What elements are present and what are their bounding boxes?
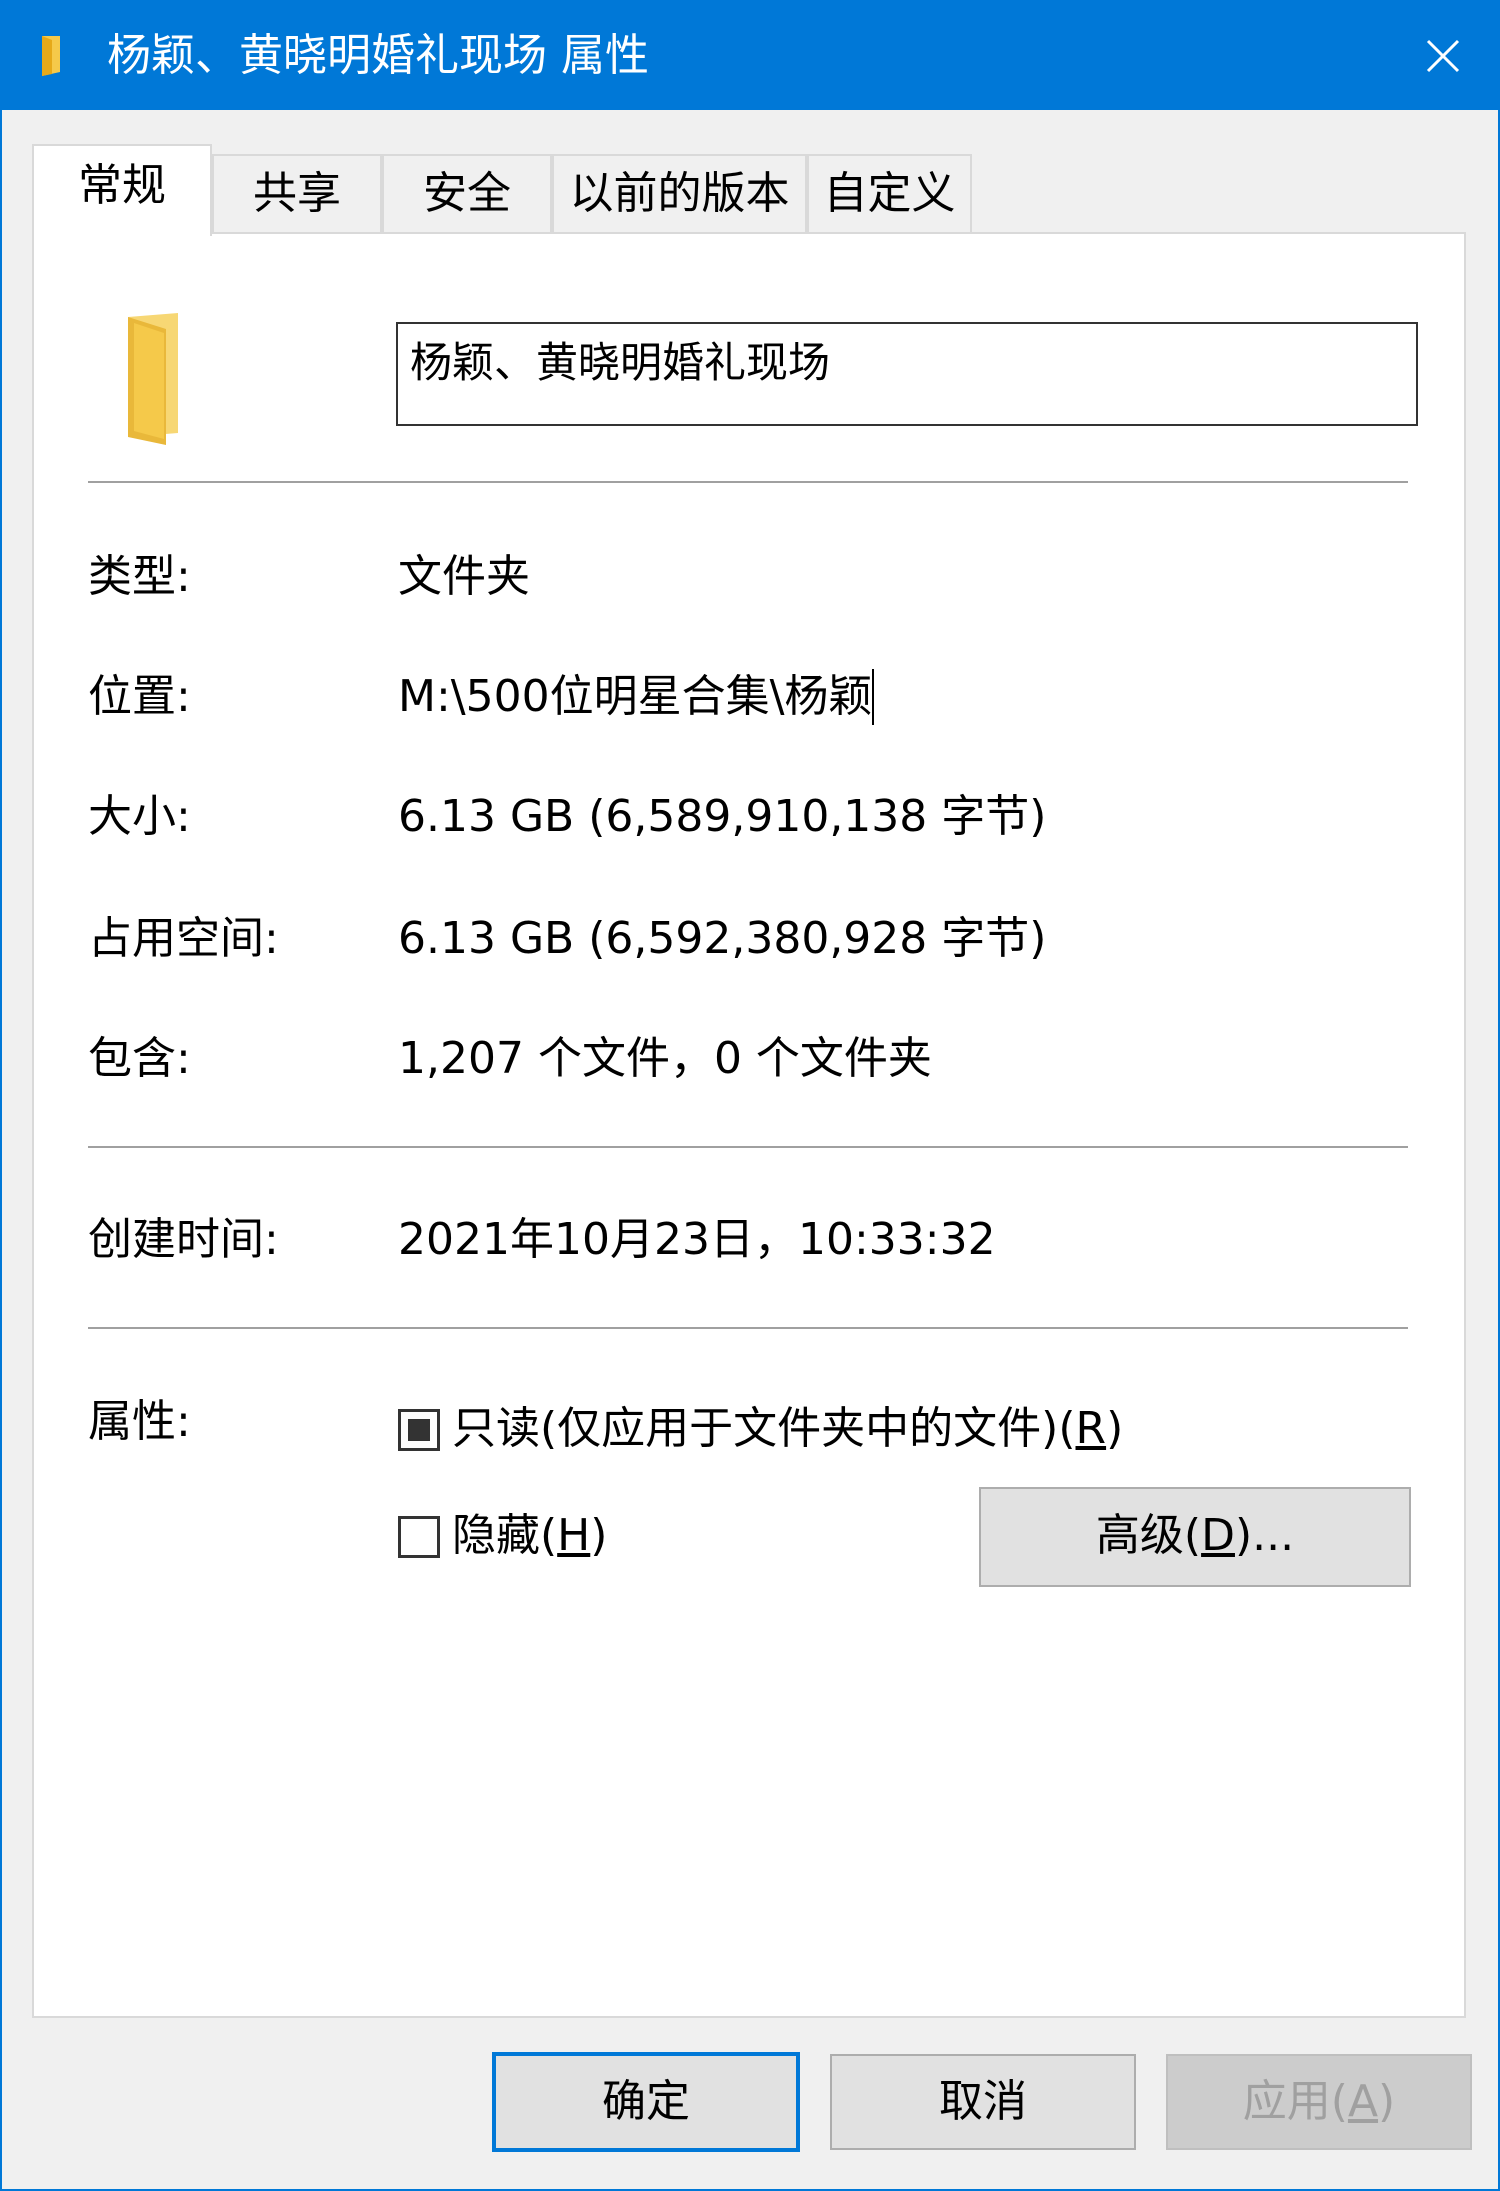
close-icon — [1426, 39, 1460, 73]
general-panel: 类型: 文件夹 位置: M:\500位明星合集\杨颖 大小: 6.13 GB (… — [32, 232, 1466, 2018]
cancel-button[interactable]: 取消 — [830, 2054, 1136, 2150]
size-label: 大小: — [88, 791, 191, 842]
attributes-label: 属性: — [88, 1396, 191, 1447]
divider — [88, 1327, 1408, 1329]
tab-previous-versions[interactable]: 以前的版本 — [552, 154, 807, 234]
folder-icon — [128, 313, 178, 445]
tab-customize[interactable]: 自定义 — [807, 154, 972, 234]
disk-size-label: 占用空间: — [88, 913, 279, 964]
properties-dialog: 杨颖、黄晓明婚礼现场 属性 常规 共享 安全 以前的版本 自定义 类型: 文件夹… — [0, 0, 1500, 2191]
created-label: 创建时间: — [88, 1214, 279, 1265]
type-label: 类型: — [88, 551, 191, 602]
advanced-button[interactable]: 高级(D)... — [979, 1487, 1411, 1587]
location-value: M:\500位明星合集\杨颖 — [398, 671, 873, 722]
contains-label: 包含: — [88, 1033, 191, 1084]
divider — [88, 481, 1408, 483]
folder-name-input[interactable] — [396, 322, 1418, 426]
divider — [88, 1146, 1408, 1148]
contains-value: 1,207 个文件，0 个文件夹 — [398, 1033, 932, 1084]
hidden-checkbox[interactable] — [398, 1516, 440, 1558]
folder-icon — [42, 36, 60, 76]
readonly-label[interactable]: 只读(仅应用于文件夹中的文件)(R) — [452, 1401, 1123, 1457]
tab-security[interactable]: 安全 — [382, 154, 552, 234]
window-title: 杨颖、黄晓明婚礼现场 属性 — [107, 30, 649, 81]
ok-button[interactable]: 确定 — [492, 2052, 800, 2152]
indeterminate-mark — [408, 1419, 430, 1441]
readonly-checkbox[interactable] — [398, 1409, 440, 1451]
title-bar: 杨颖、黄晓明婚礼现场 属性 — [2, 2, 1498, 110]
close-button[interactable] — [1388, 2, 1498, 110]
type-value: 文件夹 — [398, 551, 530, 602]
size-value: 6.13 GB (6,589,910,138 字节) — [398, 791, 1047, 842]
apply-button[interactable]: 应用(A) — [1166, 2054, 1472, 2150]
hidden-label[interactable]: 隐藏(H) — [452, 1508, 607, 1564]
created-value: 2021年10月23日，10:33:32 — [398, 1214, 996, 1265]
tab-general[interactable]: 常规 — [32, 144, 212, 236]
text-caret — [872, 669, 875, 725]
location-value-field[interactable]: M:\500位明星合集\杨颖 — [398, 669, 875, 725]
tab-sharing[interactable]: 共享 — [212, 154, 382, 234]
disk-size-value: 6.13 GB (6,592,380,928 字节) — [398, 913, 1047, 964]
location-label: 位置: — [88, 671, 191, 722]
